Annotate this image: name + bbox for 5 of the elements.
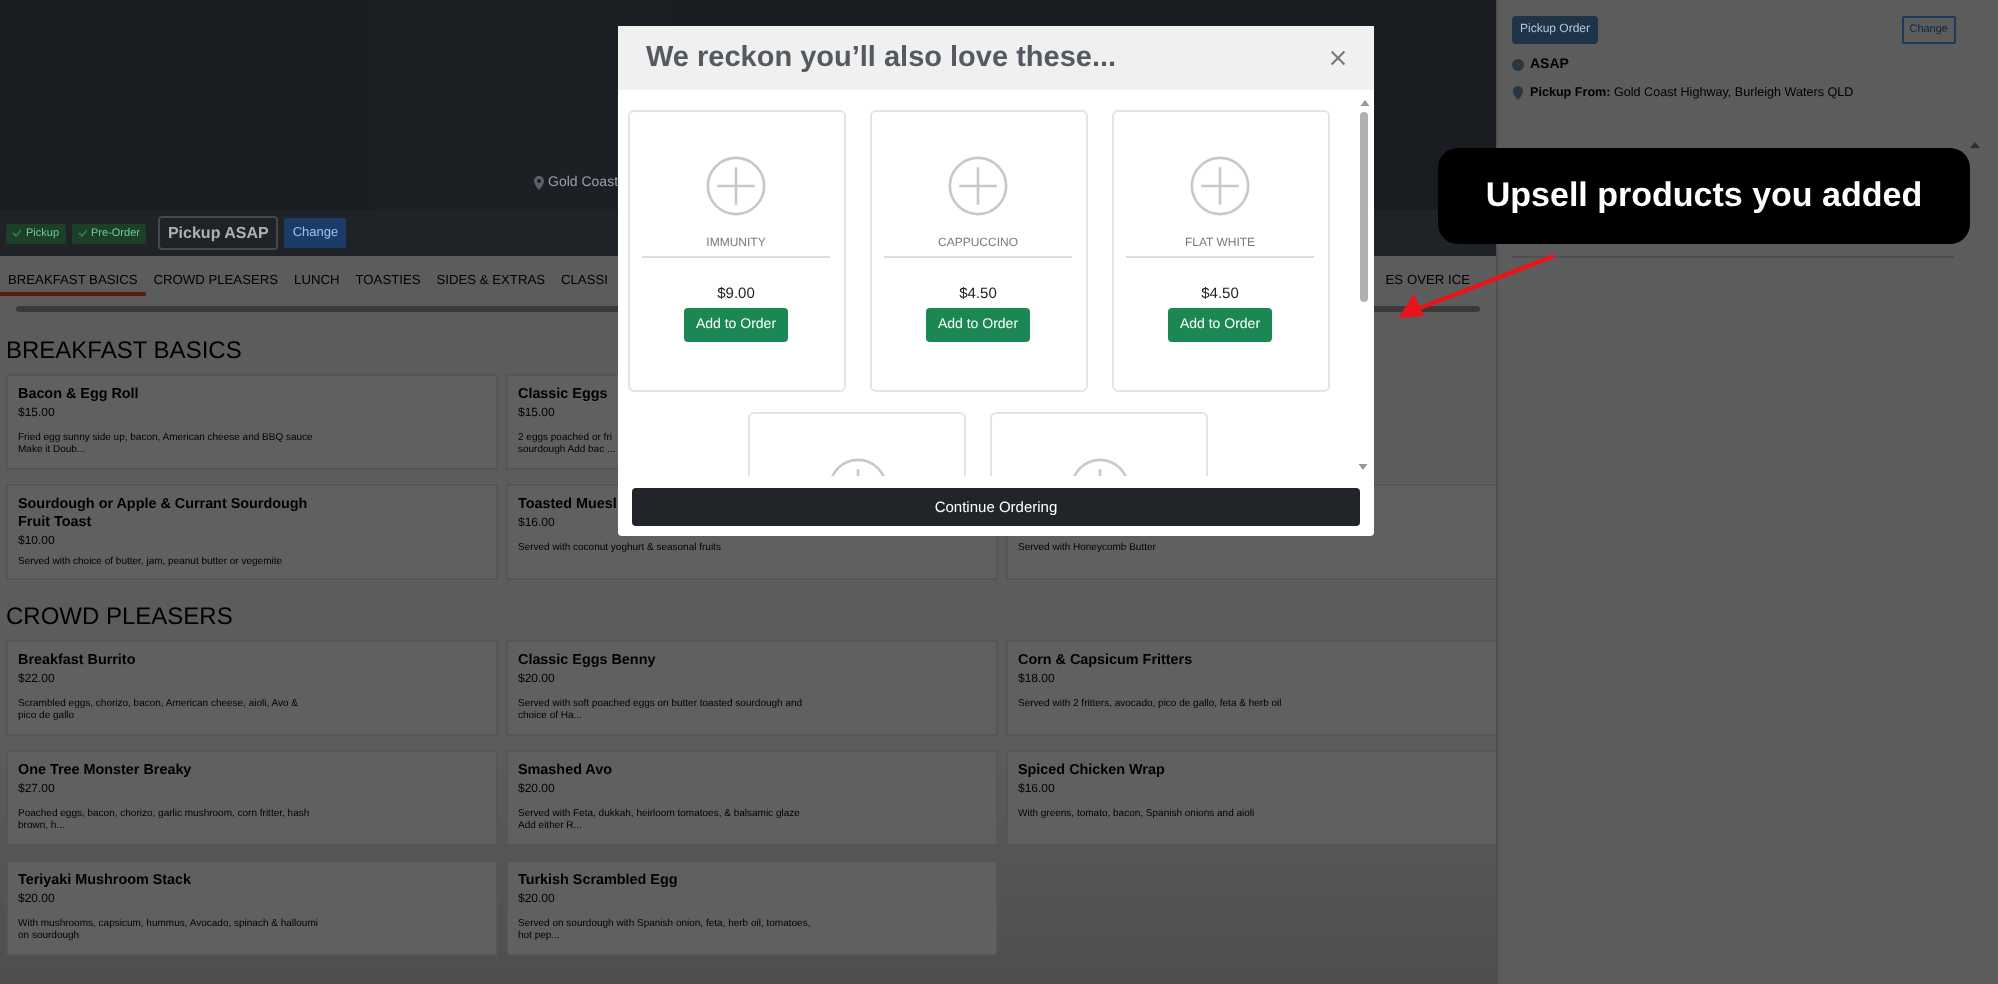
annotation-callout: Upsell products you added xyxy=(1438,148,1970,244)
pickup-mode-label: Pickup ASAP xyxy=(157,216,279,250)
section-heading: BREAKFAST BASICS xyxy=(4,334,242,368)
section-heading: CROWD PLEASERS xyxy=(4,600,233,634)
dialog-title: We reckon you’ll also love these... xyxy=(646,42,1117,74)
